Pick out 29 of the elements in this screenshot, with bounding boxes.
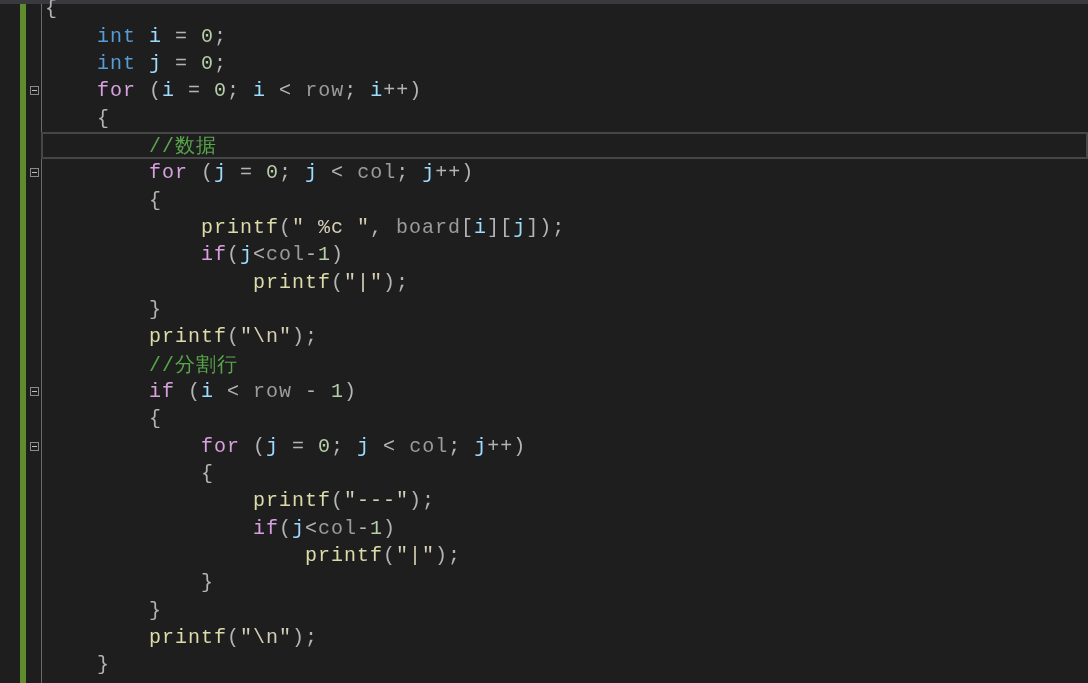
code-comment: //分割行 <box>149 352 238 378</box>
code-line: if (i < row - 1) <box>149 380 358 403</box>
code-line: printf("\n"); <box>149 626 319 650</box>
code-line: int j = 0; <box>97 51 228 75</box>
code-line: for (j = 0; j < col; j++) <box>149 161 475 185</box>
code-line: for (i = 0; i < row; i++) <box>97 79 423 103</box>
code-line: { <box>149 407 162 431</box>
code-line: } <box>97 653 110 677</box>
collapse-icon[interactable] <box>29 387 39 396</box>
code-line: } <box>201 571 214 595</box>
code-line: { <box>45 0 58 21</box>
collapse-icon[interactable] <box>29 86 39 96</box>
code-line: } <box>149 297 162 321</box>
code-line: printf("|"); <box>253 270 410 294</box>
code-line: for (j = 0; j < col; j++) <box>201 434 527 458</box>
code-line: printf("|"); <box>305 544 462 568</box>
code-line: printf("\n"); <box>149 325 319 349</box>
code-line: { <box>149 188 162 212</box>
code-line: if(j<col-1) <box>253 516 397 540</box>
code-line: if(j<col-1) <box>201 243 345 267</box>
code-line: printf("---"); <box>253 489 436 513</box>
code-comment: //数据 <box>149 133 217 159</box>
collapse-icon[interactable] <box>29 168 39 178</box>
code-line: } <box>149 598 162 622</box>
code-line: { <box>97 106 110 130</box>
code-line: { <box>201 462 214 485</box>
collapse-icon[interactable] <box>29 441 39 451</box>
code-line: int i = 0; <box>97 24 228 48</box>
code-line: printf(" %c ", board[i][j]); <box>201 215 566 239</box>
